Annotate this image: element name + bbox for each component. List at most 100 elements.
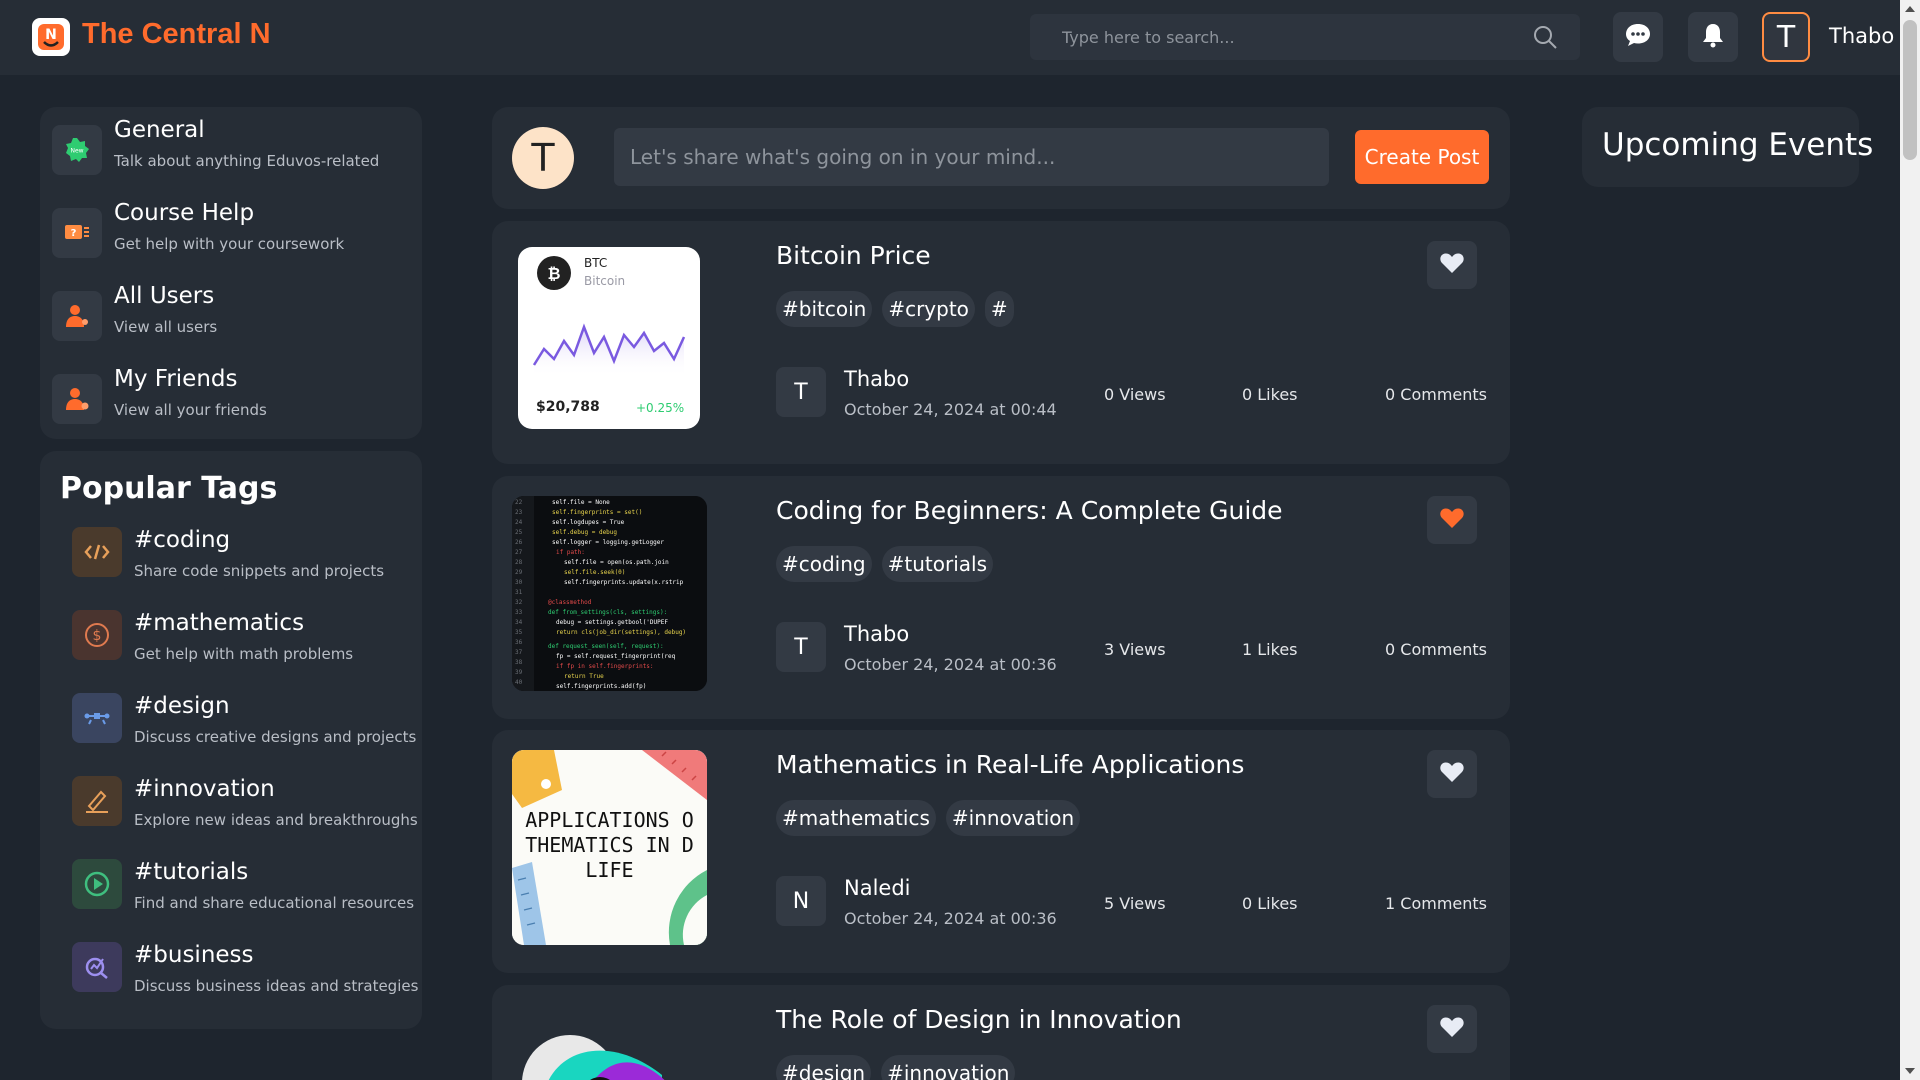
post-composer: T Create Post	[492, 107, 1510, 209]
composer-input[interactable]	[614, 128, 1329, 186]
like-button[interactable]	[1427, 1005, 1477, 1053]
post-tag-chip[interactable]: #	[984, 291, 1014, 327]
svg-text:32: 32	[515, 599, 523, 606]
post-title[interactable]: The Role of Design in Innovation	[776, 1005, 1182, 1034]
page-scrollbar[interactable]	[1900, 0, 1920, 1080]
thumbnail-caption: APPLICATIONS O THEMATICS IN D LIFE	[512, 808, 707, 883]
chat-bubble-icon	[1624, 22, 1652, 52]
post-thumbnail[interactable]: 22 23 24 25 26 27 28 29 30 31 32 33 34 35 36 37 38 39 40 s…	[512, 496, 707, 691]
heart-icon-liked	[1439, 506, 1465, 534]
post-tag-chip[interactable]: #innovation	[881, 1055, 1016, 1080]
search-input[interactable]	[1030, 14, 1510, 60]
messages-button[interactable]	[1613, 12, 1663, 62]
tag-item-mathematics[interactable]: $ #mathematics Get help with math proble…	[72, 610, 412, 680]
svg-text:New: New	[70, 148, 83, 155]
sidebar-item-my-friends[interactable]: My Friends View all your friends	[52, 364, 412, 434]
top-header: N The Central N T Thabo	[0, 0, 1900, 75]
post-thumbnail[interactable]: APPLICATIONS O THEMATICS IN D LIFE	[512, 750, 707, 945]
author-name[interactable]: Thabo	[844, 367, 909, 391]
tag-item-design[interactable]: #design Discuss creative designs and pro…	[72, 693, 416, 763]
tag-subtitle: Explore new ideas and breakthroughs	[134, 811, 418, 829]
sidebar-item-subtitle: View all your friends	[114, 401, 267, 419]
popular-tags-heading: Popular Tags	[60, 471, 278, 506]
composer-avatar: T	[512, 127, 574, 189]
svg-text:def from_settings(cls, setting: def from_settings(cls, settings):	[548, 609, 667, 616]
svg-text:36: 36	[515, 639, 523, 646]
tag-item-business[interactable]: #business Discuss business ideas and str…	[72, 942, 418, 1012]
scroll-down-arrow-icon[interactable]	[1905, 1068, 1915, 1074]
svg-text:debug = settings.getbool('DUPE: debug = settings.getbool('DUPEF	[556, 619, 668, 626]
post-card-mathematics[interactable]: APPLICATIONS O THEMATICS IN D LIFE Mathe…	[492, 730, 1510, 973]
post-tags: #design #innovation	[776, 1055, 1016, 1080]
svg-text:self.file = None: self.file = None	[552, 499, 610, 506]
post-title[interactable]: Mathematics in Real-Life Applications	[776, 750, 1244, 779]
logo-icon[interactable]: N	[32, 18, 70, 56]
upcoming-events-panel: Upcoming Events	[1582, 107, 1873, 187]
post-thumbnail[interactable]	[512, 1005, 707, 1080]
post-tag-chip[interactable]: #coding	[776, 546, 872, 582]
post-date: October 24, 2024 at 00:36	[844, 655, 1057, 674]
post-tag-chip[interactable]: #bitcoin	[776, 291, 873, 327]
sidebar-item-course-help[interactable]: ? Course Help Get help with your coursew…	[52, 198, 412, 268]
post-card-coding[interactable]: 22 23 24 25 26 27 28 29 30 31 32 33 34 35 36 37 38 39 40 s…	[492, 476, 1510, 719]
svg-text:return True: return True	[564, 673, 604, 680]
create-post-button[interactable]: Create Post	[1355, 130, 1489, 184]
svg-text:?: ?	[71, 228, 77, 239]
post-tag-chip[interactable]: #crypto	[882, 291, 975, 327]
scrollbar-thumb[interactable]	[1903, 20, 1917, 160]
svg-text:self.file.seek(0): self.file.seek(0)	[564, 569, 625, 576]
post-tag-chip[interactable]: #tutorials	[881, 546, 993, 582]
crypto-name: Bitcoin	[584, 274, 626, 288]
post-tag-chip[interactable]: #design	[776, 1055, 872, 1080]
svg-text:35: 35	[515, 629, 523, 636]
play-circle-icon	[72, 859, 122, 909]
post-title[interactable]: Coding for Beginners: A Complete Guide	[776, 496, 1283, 525]
like-button[interactable]	[1427, 241, 1477, 289]
post-date: October 24, 2024 at 00:36	[844, 909, 1057, 928]
author-avatar[interactable]: T	[776, 622, 826, 672]
tag-title: #innovation	[134, 776, 275, 802]
post-thumbnail[interactable]: ₿ BTC Bitcoin $20,788 +0.25%	[518, 247, 700, 429]
author-avatar[interactable]: N	[776, 876, 826, 926]
tag-title: #tutorials	[134, 859, 249, 885]
svg-text:self.fingerprints.add(fp): self.fingerprints.add(fp)	[556, 683, 646, 690]
user-name[interactable]: Thabo	[1829, 24, 1894, 48]
tag-item-coding[interactable]: #coding Share code snippets and projects	[72, 527, 412, 597]
svg-text:def request_seen(self, request: def request_seen(self, request):	[548, 643, 664, 650]
search-icon[interactable]	[1532, 24, 1558, 54]
sidebar-item-all-users[interactable]: All Users View all users	[52, 281, 412, 351]
author-avatar[interactable]: T	[776, 367, 826, 417]
svg-text:22: 22	[515, 499, 523, 506]
post-tag-chip[interactable]: #innovation	[945, 800, 1081, 836]
like-button[interactable]	[1427, 750, 1477, 798]
tag-item-innovation[interactable]: #innovation Explore new ideas and breakt…	[72, 776, 418, 846]
post-views: 3 Views	[1104, 640, 1166, 659]
tag-title: #design	[134, 693, 230, 719]
notifications-button[interactable]	[1688, 12, 1738, 62]
post-comments[interactable]: 1 Comments	[1385, 894, 1487, 913]
post-card-bitcoin[interactable]: ₿ BTC Bitcoin $20,788 +0.25% Bitcoin Pri…	[492, 221, 1510, 464]
post-title[interactable]: Bitcoin Price	[776, 241, 931, 270]
caption-line: LIFE	[585, 858, 634, 882]
author-name[interactable]: Naledi	[844, 876, 911, 900]
svg-text:self.file = open(os.path.join: self.file = open(os.path.join	[564, 559, 669, 566]
heart-icon	[1439, 1015, 1465, 1043]
like-button[interactable]	[1427, 496, 1477, 544]
tag-subtitle: Share code snippets and projects	[134, 562, 385, 580]
svg-text:if path:: if path:	[556, 549, 585, 556]
tag-item-tutorials[interactable]: #tutorials Find and share educational re…	[72, 859, 414, 929]
scroll-up-arrow-icon[interactable]	[1905, 6, 1915, 12]
post-tag-chip[interactable]: #mathematics	[776, 800, 936, 836]
post-comments[interactable]: 0 Comments	[1385, 640, 1487, 659]
svg-text:₿: ₿	[547, 264, 560, 283]
post-card-design[interactable]: The Role of Design in Innovation #design…	[492, 985, 1510, 1080]
caption-line: THEMATICS IN D	[525, 833, 694, 857]
sidebar-item-general[interactable]: New General Talk about anything Eduvos-r…	[52, 115, 412, 185]
brand-name[interactable]: The Central N	[82, 18, 271, 51]
post-comments[interactable]: 0 Comments	[1385, 385, 1487, 404]
svg-text:fp = self.request_fingerprint(: fp = self.request_fingerprint(req	[556, 653, 676, 660]
user-avatar[interactable]: T	[1762, 12, 1810, 62]
sidebar-item-title: Course Help	[114, 200, 255, 226]
svg-text:34: 34	[515, 619, 523, 626]
author-name[interactable]: Thabo	[844, 622, 909, 646]
